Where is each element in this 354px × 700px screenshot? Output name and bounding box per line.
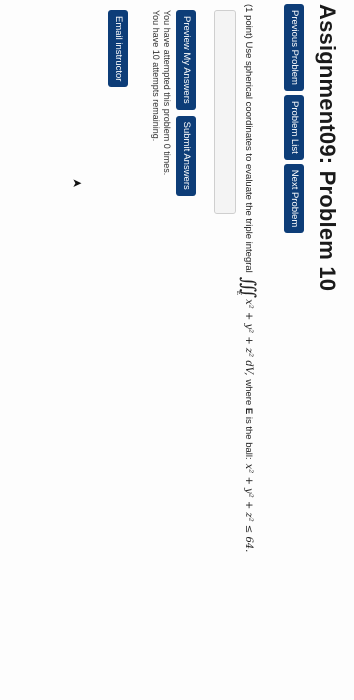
- integral-expression: ∭E x² + y² + z² dV,: [238, 277, 259, 376]
- previous-problem-button[interactable]: Previous Problem: [284, 4, 304, 91]
- problem-statement: (1 point) Use spherical coordinates to e…: [238, 4, 259, 556]
- problem-page: Assignment09: Problem 10 Previous Proble…: [0, 0, 354, 700]
- problem-text-before: (1 point) Use spherical coordinates to e…: [243, 4, 254, 273]
- answer-input[interactable]: [214, 10, 236, 214]
- problem-list-button[interactable]: Problem List: [284, 94, 304, 160]
- ball-condition: x² + y² + z² ≤ 64.: [243, 463, 254, 553]
- answer-actions: Preview My Answers Submit Answers: [176, 10, 196, 196]
- submit-answers-button[interactable]: Submit Answers: [176, 115, 196, 196]
- attempts-remaining-text: You have 10 attempts remaining.: [151, 10, 161, 142]
- email-instructor-button[interactable]: Email instructor: [108, 10, 128, 88]
- attempt-status: You have attempted this problem 0 times.…: [150, 10, 172, 175]
- next-problem-button[interactable]: Next Problem: [284, 163, 304, 234]
- integrand: x² + y² + z² dV,: [243, 299, 254, 376]
- mouse-pointer-icon: ➤: [71, 176, 83, 191]
- preview-answers-button[interactable]: Preview My Answers: [176, 10, 196, 110]
- page-title: Assignment09: Problem 10: [315, 4, 340, 292]
- problem-navigation: Previous Problem Problem List Next Probl…: [284, 4, 304, 234]
- triple-integral-symbol: ∭E: [238, 276, 259, 294]
- rotated-page: Assignment09: Problem 10 Previous Proble…: [0, 0, 354, 700]
- region-label: E: [243, 407, 254, 415]
- attempted-count-text: You have attempted this problem 0 times.: [162, 10, 172, 176]
- problem-text-after: is the ball:: [243, 416, 254, 460]
- email-instructor-container: Email instructor: [108, 10, 128, 88]
- problem-text-middle: where: [243, 379, 254, 406]
